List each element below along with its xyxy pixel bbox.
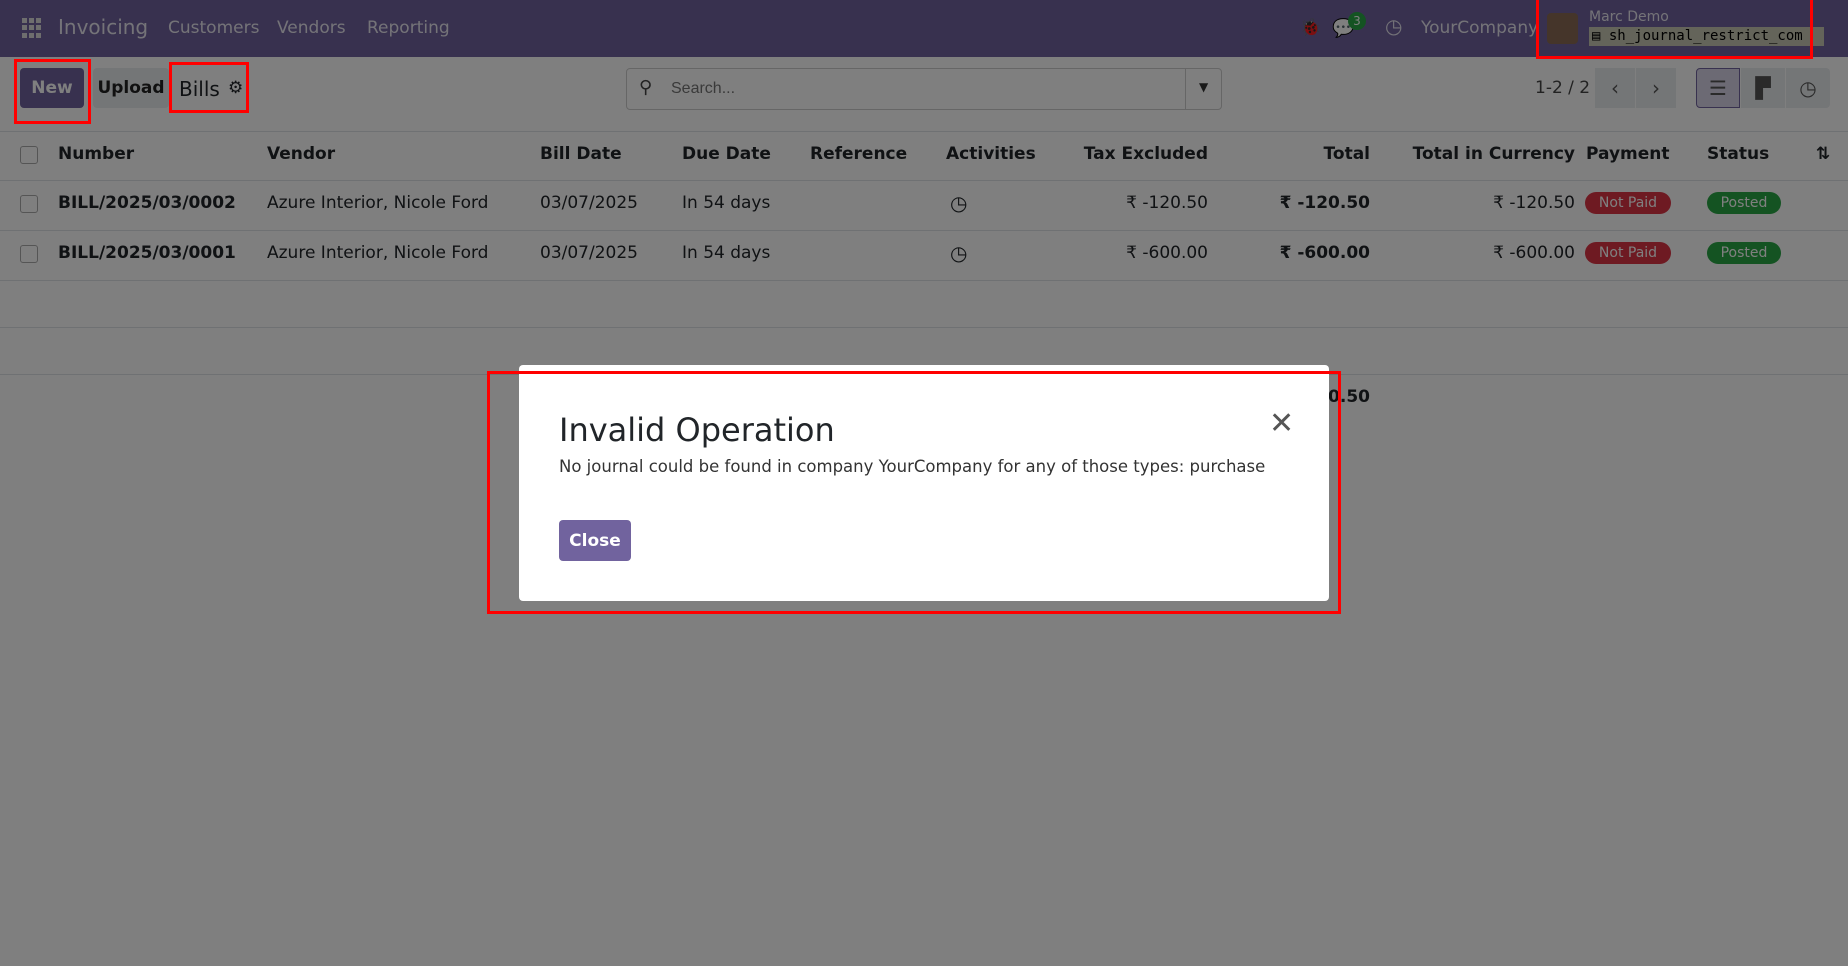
highlight-dialog	[487, 371, 1341, 614]
highlight-breadcrumb	[169, 62, 249, 113]
highlight-new-button	[14, 59, 91, 124]
highlight-user-menu	[1536, 0, 1813, 59]
